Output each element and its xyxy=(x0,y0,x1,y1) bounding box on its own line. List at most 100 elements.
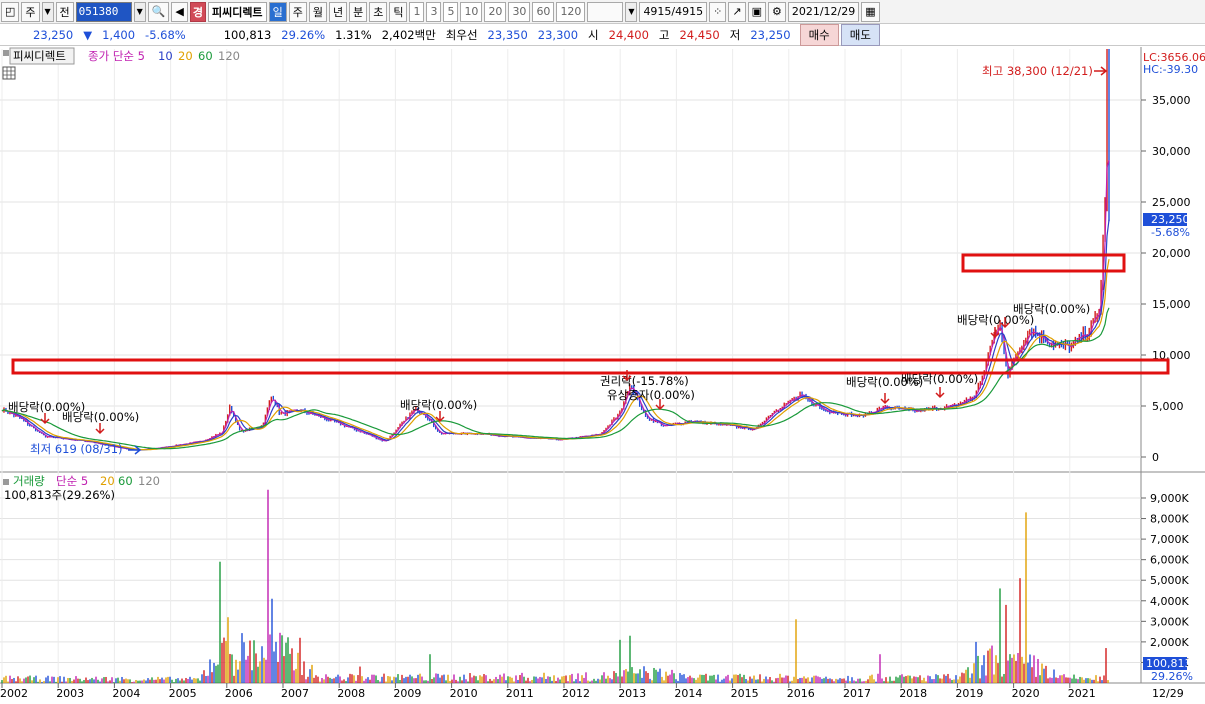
period-tick-button[interactable]: 틱 xyxy=(389,1,408,22)
interval-20-button[interactable]: 20 xyxy=(484,1,507,22)
volume-y-tick-label: 9,000K xyxy=(1150,492,1189,505)
speaker-icon[interactable]: ◀ xyxy=(171,1,188,22)
interval-60-button[interactable]: 60 xyxy=(532,1,555,22)
window-restore-icon[interactable]: ◰ xyxy=(1,1,20,22)
quote-bar: 23,250 ▼ 1,400 -5.68% 100,813 29.26% 1.3… xyxy=(0,23,1205,46)
interval-1-button[interactable]: 1 xyxy=(409,1,425,22)
price-y-tick-label: 25,000 xyxy=(1152,196,1191,209)
chart-toolbar: ◰ 주 ▼ 전 ▼ 🔍 ◀ 경 피씨디렉트 일 주 월 년 분 초 틱 1 3 … xyxy=(0,0,1205,24)
save-icon[interactable]: ▣ xyxy=(747,1,766,22)
interval-10-button[interactable]: 10 xyxy=(460,1,483,22)
draw-tool-icon[interactable]: ↗ xyxy=(728,1,746,22)
down-arrow-icon: ▼ xyxy=(83,27,93,42)
table-grid-icon[interactable] xyxy=(2,66,16,80)
warning-badge: 경 xyxy=(189,1,206,22)
price-change-pct: -5.68% xyxy=(145,27,186,42)
price-change: 1,400 xyxy=(102,27,136,42)
x-tick-label: 2013 xyxy=(618,687,646,700)
period-year-button[interactable]: 년 xyxy=(328,1,348,22)
price-y-tick-label: 15,000 xyxy=(1152,298,1191,311)
search-icon[interactable]: 🔍 xyxy=(147,1,170,22)
chart-area[interactable]: 35,000 30,000 25,000 20,000 15,000 10,000 5,00… xyxy=(0,47,1205,701)
low-label: 저 xyxy=(729,27,741,42)
price-legend-name: 피씨디렉트 xyxy=(13,49,66,63)
volume-current-tag-text: 100,813 xyxy=(1146,657,1192,670)
interval-3-button[interactable]: 3 xyxy=(426,1,442,22)
buy-button[interactable]: 매수 xyxy=(799,23,839,46)
market-dropdown-icon[interactable]: ▼ xyxy=(41,1,54,22)
period-select-label: 전 xyxy=(59,5,70,19)
price-legend-ma5: 종가 단순 5 xyxy=(88,49,145,63)
current-pct-tag-text: -5.68% xyxy=(1151,226,1190,239)
volume-y-tick-label: 4,000K xyxy=(1150,595,1189,608)
interval-5-button[interactable]: 5 xyxy=(443,1,459,22)
volume-y-axis: 9,000K 8,000K 7,000K 6,000K 5,000K 4,000K 3,00… xyxy=(1141,492,1189,669)
volume-legend-square-icon xyxy=(3,479,9,485)
x-tick-label: 2015 xyxy=(731,687,759,700)
open-label: 시 xyxy=(588,27,599,42)
x-tick-label: 2002 xyxy=(0,687,28,700)
calendar-icon[interactable]: ▦ xyxy=(861,1,880,22)
market-select-label: 주 xyxy=(25,5,36,19)
price-y-tick-label: 0 xyxy=(1152,451,1159,464)
interval-custom-input[interactable] xyxy=(587,1,624,22)
period-week-button[interactable]: 주 xyxy=(288,1,307,22)
x-axis: 2002 2003 2004 2005 2006 2007 2008 2009 2010 2011… xyxy=(0,683,1096,700)
event-label: 배당락(0.00%) xyxy=(901,372,978,386)
x-tick-label: 2009 xyxy=(393,687,421,700)
price-y-tick-label: 20,000 xyxy=(1152,247,1191,260)
interval-dropdown-icon[interactable]: ▼ xyxy=(625,1,638,22)
price-panel[interactable] xyxy=(0,47,1141,471)
stock-code-input[interactable] xyxy=(75,1,132,22)
price-legend-ma20: 20 xyxy=(178,49,193,63)
interval-120-button[interactable]: 120 xyxy=(556,1,586,22)
stock-chart[interactable]: 35,00030,00025,00020,00015,00010,0005,00… xyxy=(0,47,1205,701)
period-month-button[interactable]: 월 xyxy=(308,1,327,22)
current-price: 23,250 xyxy=(33,27,74,42)
event-label: 권리락(-15.78%) xyxy=(600,374,689,388)
interval-30-button[interactable]: 30 xyxy=(508,1,531,22)
volume-panel[interactable] xyxy=(0,473,1141,683)
stock-name: 피씨디렉트 xyxy=(207,1,267,22)
high-label: 고 xyxy=(658,27,670,42)
period-select[interactable]: 전 xyxy=(55,1,74,22)
period-second-button[interactable]: 초 xyxy=(369,1,388,22)
code-dropdown-icon[interactable]: ▼ xyxy=(133,1,146,22)
low-price: 23,250 xyxy=(750,27,791,42)
period-minute-button[interactable]: 분 xyxy=(349,1,368,22)
x-axis-right-label: 12/29 xyxy=(1152,687,1184,700)
gear-icon[interactable]: ⚙ xyxy=(767,1,786,22)
price-legend-ma10: 10 xyxy=(158,49,173,63)
period-day-button[interactable]: 일 xyxy=(268,1,287,22)
x-tick-label: 2008 xyxy=(337,687,365,700)
indicator-icon[interactable]: ⁘ xyxy=(709,1,727,22)
bid-price: 23,300 xyxy=(537,27,579,42)
x-tick-label: 2010 xyxy=(450,687,478,700)
date-input[interactable]: 2021/12/29 xyxy=(787,1,860,22)
volume-legend-name: 거래량 xyxy=(13,474,45,488)
volume-y-tick-label: 5,000K xyxy=(1150,574,1189,587)
hc-label: HC:-39.30 xyxy=(1143,63,1198,76)
sell-button[interactable]: 매도 xyxy=(840,23,880,46)
price-y-axis: 35,00030,00025,00020,00015,00010,0005,00… xyxy=(1141,94,1191,464)
price-legend-ma60: 60 xyxy=(198,49,213,63)
price-legend-ma120: 120 xyxy=(218,49,240,63)
x-tick-label: 2014 xyxy=(674,687,702,700)
x-tick-label: 2011 xyxy=(506,687,534,700)
event-label: 배당락(0.00%) xyxy=(1013,302,1090,316)
x-tick-label: 2005 xyxy=(169,687,197,700)
price-y-tick-label: 5,000 xyxy=(1152,400,1184,413)
x-tick-label: 2017 xyxy=(843,687,871,700)
event-label: 유상증자(0.00%) xyxy=(607,388,695,402)
current-price-tag-text: 23,250 xyxy=(1151,213,1190,226)
x-tick-label: 2020 xyxy=(1012,687,1040,700)
x-tick-label: 2007 xyxy=(281,687,309,700)
legend-square-icon xyxy=(3,50,9,56)
x-tick-label: 2019 xyxy=(955,687,983,700)
turnover-pct: 29.26% xyxy=(281,27,326,42)
price-y-tick-label: 35,000 xyxy=(1152,94,1191,107)
x-tick-label: 2012 xyxy=(562,687,590,700)
volume-value-label: 100,813주(29.26%) xyxy=(4,488,115,502)
market-select[interactable]: 주 xyxy=(21,1,40,22)
high-price: 24,450 xyxy=(679,27,720,42)
